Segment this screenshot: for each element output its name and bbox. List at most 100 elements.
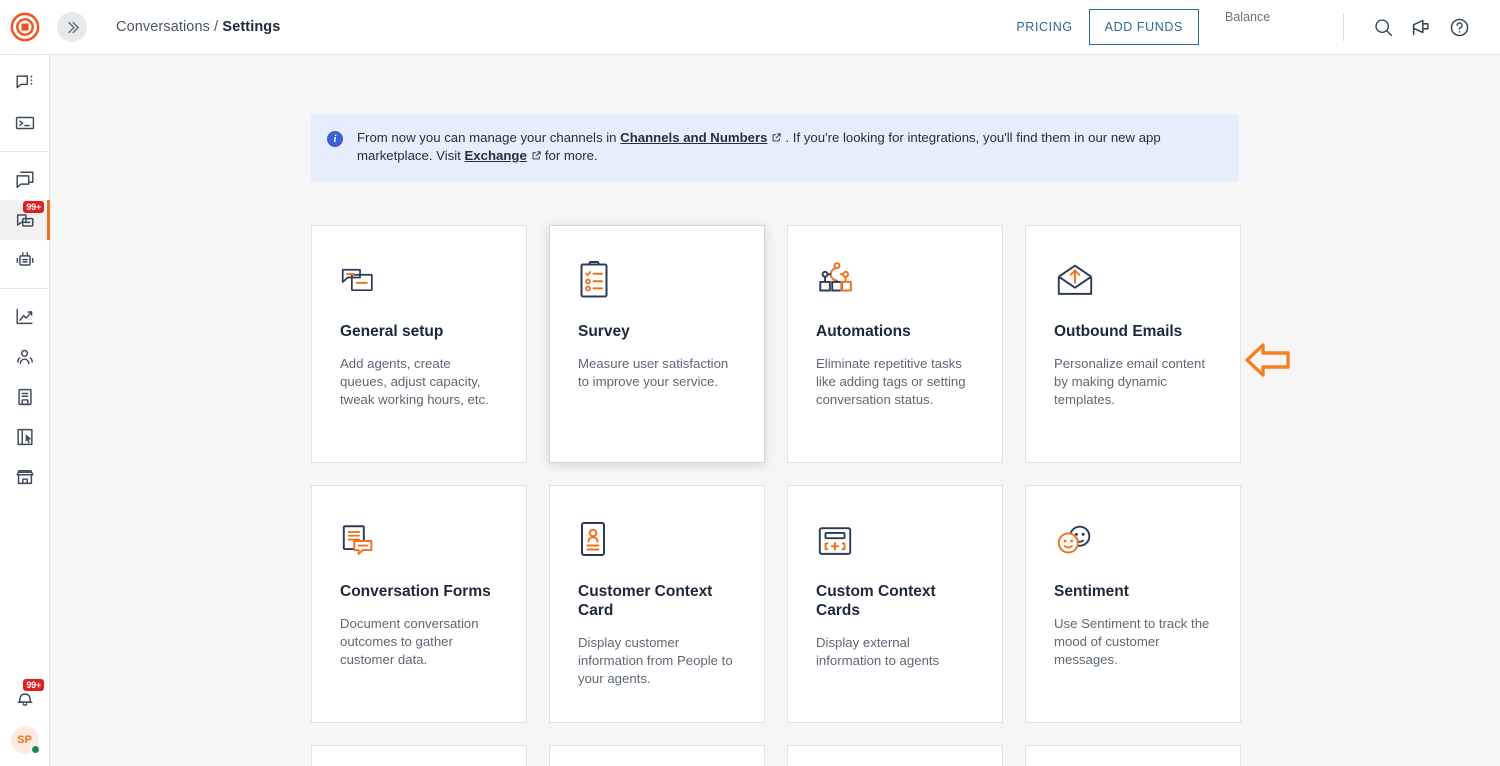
body-row: 99+	[0, 55, 1500, 766]
sidebar-divider-2	[0, 288, 49, 289]
search-icon	[1373, 17, 1394, 38]
avatar-initials: SP	[17, 734, 32, 746]
conversation-forms-icon	[340, 522, 380, 560]
card-icon-container	[1054, 256, 1212, 300]
megaphone-icon	[1410, 16, 1432, 38]
general-setup-icon	[340, 264, 380, 300]
sidebar-bottom: 99+ SP	[0, 678, 49, 766]
left-sidebar: 99+	[0, 55, 50, 766]
copy-conversation-icon	[14, 169, 36, 191]
automations-tree-icon	[816, 260, 858, 300]
breadcrumb: Conversations / Settings	[116, 19, 280, 35]
customer-context-icon	[578, 520, 608, 560]
balance-label: Balance	[1225, 10, 1335, 24]
card-icon-container	[340, 516, 498, 560]
card-title: Customer Context Card	[578, 582, 736, 620]
sidebar-item-knowledge[interactable]	[0, 377, 50, 417]
settings-card-grid: General setup Add agents, create queues,…	[311, 225, 1239, 766]
sidebar-divider-1	[0, 151, 49, 152]
card-description: Display customer information from People…	[578, 634, 736, 688]
main-inner: i From now you can manage your channels …	[50, 55, 1500, 766]
sidebar-item-notifications[interactable]: 99+	[0, 678, 50, 718]
card-title: Outbound Emails	[1054, 322, 1212, 341]
settings-card-sentiment[interactable]: Sentiment Use Sentiment to track the moo…	[1025, 485, 1241, 723]
card-description: Display external information to agents	[816, 634, 974, 670]
marketplace-store-icon	[14, 466, 36, 488]
breadcrumb-separator: /	[214, 19, 218, 35]
main-content: i From now you can manage your channels …	[50, 55, 1500, 766]
settings-card-placeholder[interactable]	[549, 745, 765, 766]
breadcrumb-parent[interactable]: Conversations	[116, 19, 210, 35]
sidebar-item-boards[interactable]	[0, 417, 50, 457]
settings-card-conversation-forms[interactable]: Conversation Forms Document conversation…	[311, 485, 527, 723]
sidebar-item-conversations[interactable]	[0, 63, 50, 103]
exchange-link[interactable]: Exchange	[465, 148, 527, 163]
banner-text-3: for more.	[545, 148, 598, 163]
card-icon-container	[578, 256, 736, 300]
external-link-icon[interactable]	[531, 150, 542, 161]
card-description: Add agents, create queues, adjust capaci…	[340, 355, 498, 409]
bullseye-logo-icon	[10, 12, 40, 42]
sidebar-item-marketplace[interactable]	[0, 457, 50, 497]
help-button[interactable]	[1442, 10, 1476, 44]
card-title: Automations	[816, 322, 974, 341]
pricing-link[interactable]: PRICING	[1016, 20, 1072, 34]
banner-text-1: From now you can manage your channels in	[357, 130, 617, 145]
settings-card-outbound-emails[interactable]: Outbound Emails Personalize email conten…	[1025, 225, 1241, 463]
top-bar: Conversations / Settings PRICING ADD FUN…	[0, 0, 1500, 55]
analytics-chart-icon	[14, 306, 36, 328]
bot-icon	[14, 249, 36, 271]
info-banner-text: From now you can manage your channels in…	[357, 129, 1223, 165]
sidebar-item-people[interactable]	[0, 337, 50, 377]
settings-card-automations[interactable]: Automations Eliminate repetitive tasks l…	[787, 225, 1003, 463]
top-bar-divider	[1343, 13, 1344, 41]
sidebar-item-copy-conversation[interactable]	[0, 160, 50, 200]
card-description: Eliminate repetitive tasks like adding t…	[816, 355, 974, 409]
sidebar-item-bots[interactable]	[0, 240, 50, 280]
clipboard-survey-icon	[578, 260, 610, 300]
add-funds-button[interactable]: ADD FUNDS	[1089, 9, 1199, 45]
search-button[interactable]	[1366, 10, 1400, 44]
card-description: Personalize email content by making dyna…	[1054, 355, 1212, 409]
external-link-icon[interactable]	[771, 132, 782, 143]
chevron-double-right-icon	[64, 19, 81, 36]
book-icon	[14, 386, 36, 408]
info-icon: i	[327, 131, 343, 147]
settings-card-survey[interactable]: Survey Measure user satisfaction to impr…	[549, 225, 765, 463]
card-title: Sentiment	[1054, 582, 1212, 601]
sidebar-item-analytics[interactable]	[0, 297, 50, 337]
sentiment-faces-icon	[1054, 522, 1096, 560]
left-arrow-annotation	[1245, 340, 1291, 380]
sidebar-item-inbox-archive[interactable]: 99+	[0, 200, 50, 240]
settings-card-custom-context-cards[interactable]: Custom Context Cards Display external in…	[787, 485, 1003, 723]
breadcrumb-current: Settings	[222, 19, 280, 35]
card-description: Document conversation outcomes to gather…	[340, 615, 498, 669]
logo-container[interactable]	[0, 12, 50, 42]
card-icon-container	[340, 256, 498, 300]
terminal-icon	[14, 112, 36, 134]
help-circle-icon	[1449, 17, 1470, 38]
app-root: Conversations / Settings PRICING ADD FUN…	[0, 0, 1500, 766]
settings-card-placeholder[interactable]	[311, 745, 527, 766]
sidebar-item-terminal[interactable]	[0, 103, 50, 143]
settings-card-general-setup[interactable]: General setup Add agents, create queues,…	[311, 225, 527, 463]
card-icon-container	[816, 516, 974, 560]
top-bar-actions: PRICING ADD FUNDS Balance	[1016, 0, 1500, 54]
settings-card-placeholder[interactable]	[787, 745, 1003, 766]
sidebar-expand-button[interactable]	[57, 12, 87, 42]
online-status-dot	[31, 745, 40, 754]
chat-menu-icon	[14, 72, 36, 94]
sidebar-badge-inbox: 99+	[23, 201, 44, 213]
settings-card-customer-context-card[interactable]: Customer Context Card Display customer i…	[549, 485, 765, 723]
people-icon	[14, 346, 36, 368]
outbound-email-icon	[1054, 262, 1096, 300]
settings-card-placeholder[interactable]	[1025, 745, 1241, 766]
board-cursor-icon	[14, 426, 36, 448]
card-description: Use Sentiment to track the mood of custo…	[1054, 615, 1212, 669]
announcements-button[interactable]	[1404, 10, 1438, 44]
card-icon-container	[578, 516, 736, 560]
card-icon-container	[816, 256, 974, 300]
avatar[interactable]: SP	[11, 726, 39, 754]
balance-block: Balance	[1225, 0, 1335, 24]
channels-and-numbers-link[interactable]: Channels and Numbers	[620, 130, 767, 145]
